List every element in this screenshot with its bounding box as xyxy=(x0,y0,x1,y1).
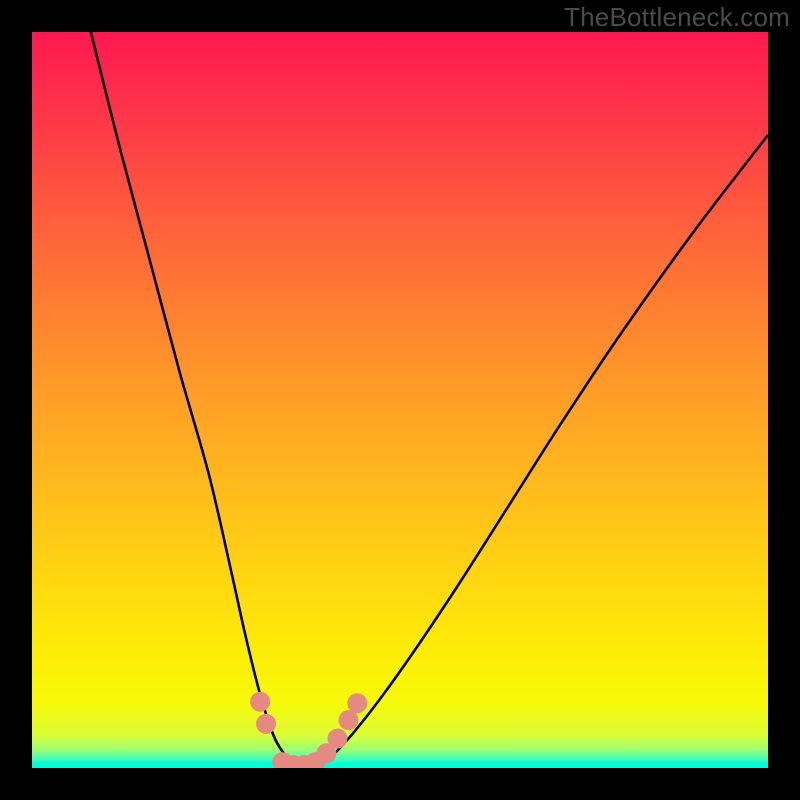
bottleneck-curve xyxy=(91,32,768,768)
plot-area xyxy=(32,32,768,768)
curve-marker xyxy=(256,714,276,734)
watermark-text: TheBottleneck.com xyxy=(564,2,790,33)
curve-marker xyxy=(338,710,358,730)
curve-svg xyxy=(32,32,768,768)
curve-markers xyxy=(250,692,367,768)
curve-marker xyxy=(327,729,347,749)
curve-marker xyxy=(347,693,367,713)
chart-frame: TheBottleneck.com xyxy=(0,0,800,800)
curve-marker xyxy=(250,692,270,712)
